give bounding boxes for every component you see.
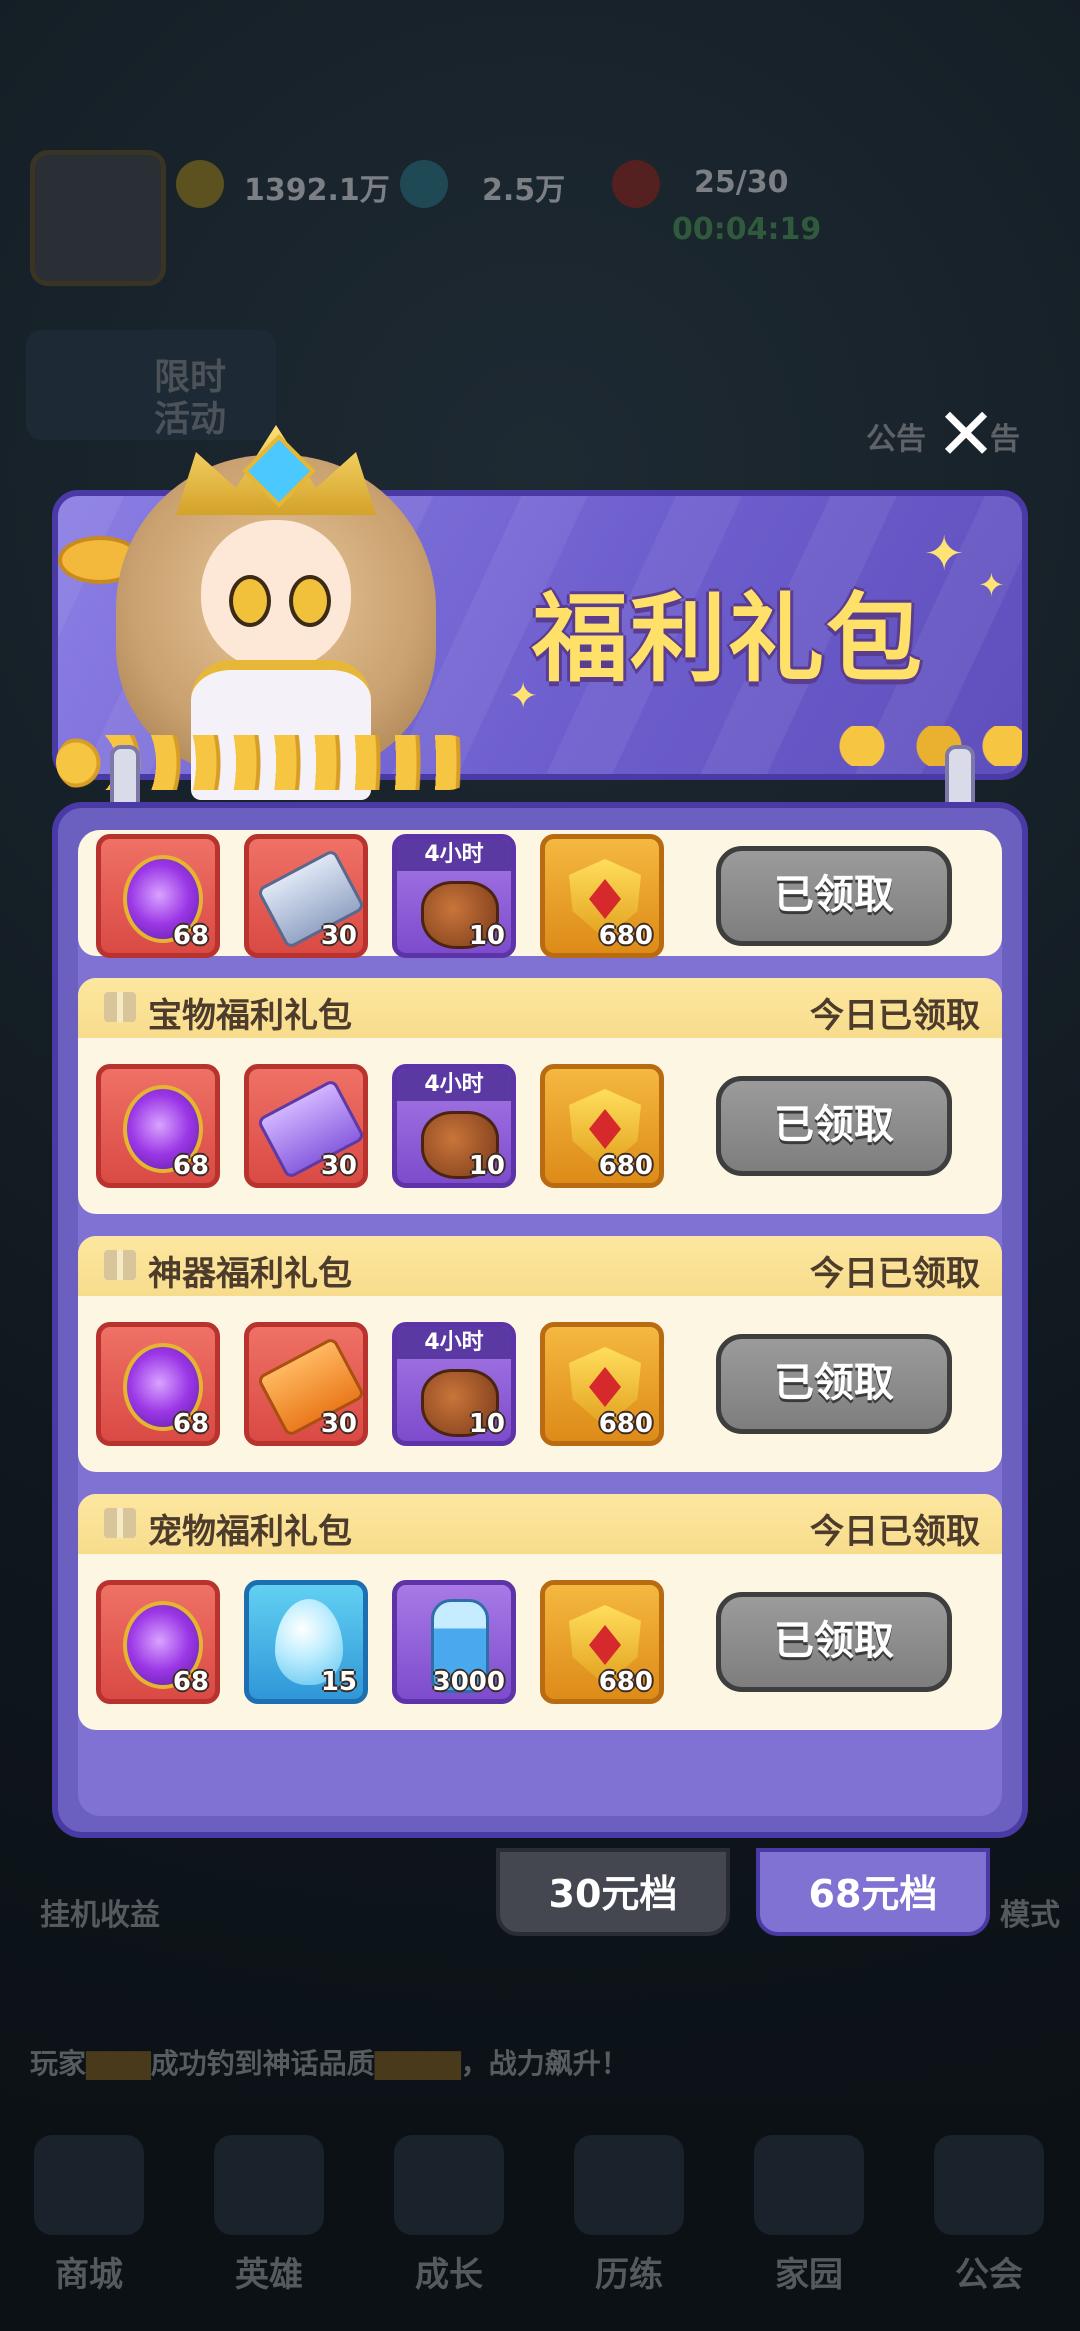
reward-item[interactable]: 680 <box>540 1064 664 1188</box>
nav-shop: 商城 <box>14 2135 164 2315</box>
sparkle-icon: ✦ <box>978 566 1005 604</box>
reward-item[interactable]: 3000 <box>392 1580 516 1704</box>
gift-icon <box>104 1508 136 1538</box>
reward-item[interactable]: 15 <box>244 1580 368 1704</box>
nav-guild: 公会 <box>914 2135 1064 2315</box>
stamina-amount: 25/30 <box>694 165 789 200</box>
reward-item[interactable]: 680 <box>540 834 664 958</box>
pack-name: 宠物福利礼包 <box>148 1512 352 1552</box>
claimed-button[interactable]: 已领取 <box>716 1592 952 1692</box>
banner-title: 福利礼包 <box>532 583 924 695</box>
nav-home: 家园 <box>734 2135 884 2315</box>
packs-list[interactable]: 68 30 4小时 10 680 已领取 宝物福利礼包 今日已领取 68 30 … <box>78 830 1002 1816</box>
pack-status: 今日已领取 <box>810 1512 980 1552</box>
tab-68-yuan[interactable]: 68元档 <box>756 1848 990 1936</box>
goddess-character <box>56 395 496 800</box>
guild-icon <box>934 2135 1044 2235</box>
claimed-button[interactable]: 已领取 <box>716 846 952 946</box>
coin-pile-icon <box>818 726 1022 766</box>
training-icon <box>574 2135 684 2235</box>
gem-icon <box>400 160 448 208</box>
claimed-button[interactable]: 已领取 <box>716 1076 952 1176</box>
player-avatar <box>30 150 166 286</box>
pack-card: 宠物福利礼包 今日已领取 68 15 3000 680 已领取 <box>78 1494 1002 1730</box>
sparkle-icon: ✦ <box>924 526 965 582</box>
home-icon <box>754 2135 864 2235</box>
nav-growth: 成长 <box>374 2135 524 2315</box>
pack-header: 宠物福利礼包 今日已领取 <box>78 1494 1002 1554</box>
gold-coin-icon <box>176 160 224 208</box>
world-ticker: 玩家▇▇▇成功钓到神话品质▇▇▇▇，战力飙升！ <box>30 2047 629 2080</box>
character-eye <box>289 575 331 627</box>
tab-30-yuan[interactable]: 30元档 <box>496 1848 730 1936</box>
sparkle-icon: ✦ <box>508 676 539 717</box>
reward-item[interactable]: 68 <box>96 1322 220 1446</box>
reward-item[interactable]: 30 <box>244 1064 368 1188</box>
reward-item[interactable]: 30 <box>244 834 368 958</box>
gem-amount: 2.5万 <box>482 173 566 208</box>
pack-name: 宝物福利礼包 <box>148 996 352 1036</box>
growth-icon <box>394 2135 504 2235</box>
bottom-nav: 商城 英雄 成长 历练 家园 公会 <box>0 2105 1080 2331</box>
close-button[interactable]: ✕ <box>934 398 998 470</box>
stamina-icon <box>612 160 660 208</box>
claimed-button[interactable]: 已领取 <box>716 1334 952 1434</box>
gold-amount: 1392.1万 <box>244 173 390 208</box>
pack-name: 神器福利礼包 <box>148 1254 352 1294</box>
shop-icon <box>34 2135 144 2235</box>
reward-item[interactable]: 68 <box>96 834 220 958</box>
hero-icon <box>214 2135 324 2235</box>
notice-left-label: 公告 <box>866 422 926 457</box>
reward-item[interactable]: 30 <box>244 1322 368 1446</box>
reward-item[interactable]: 680 <box>540 1322 664 1446</box>
gift-icon <box>104 992 136 1022</box>
gift-icon <box>104 1250 136 1280</box>
reward-item[interactable]: 4小时 10 <box>392 1064 516 1188</box>
pack-header: 宝物福利礼包 今日已领取 <box>78 978 1002 1038</box>
character-eye <box>229 575 271 627</box>
pack-status: 今日已领取 <box>810 996 980 1036</box>
reward-item[interactable]: 4小时 10 <box>392 834 516 958</box>
reward-item[interactable]: 4小时 10 <box>392 1322 516 1446</box>
pack-header: 神器福利礼包 今日已领取 <box>78 1236 1002 1296</box>
pack-card: 宝物福利礼包 今日已领取 68 30 4小时 10 680 已领取 <box>78 978 1002 1214</box>
idle-income-label: 挂机收益 <box>40 1898 160 1933</box>
reward-item[interactable]: 68 <box>96 1580 220 1704</box>
mode-label: 模式 <box>1000 1898 1060 1933</box>
stamina-timer: 00:04:19 <box>672 212 822 247</box>
pack-status: 今日已领取 <box>810 1254 980 1294</box>
reward-item[interactable]: 680 <box>540 1580 664 1704</box>
nav-heroes: 英雄 <box>194 2135 344 2315</box>
reward-item[interactable]: 68 <box>96 1064 220 1188</box>
nav-training: 历练 <box>554 2135 704 2315</box>
character-face <box>201 520 351 670</box>
pack-card: 神器福利礼包 今日已领取 68 30 4小时 10 680 已领取 <box>78 1236 1002 1472</box>
pack-card: 68 30 4小时 10 680 已领取 <box>78 830 1002 958</box>
packs-panel: 68 30 4小时 10 680 已领取 宝物福利礼包 今日已领取 68 30 … <box>52 802 1028 1838</box>
